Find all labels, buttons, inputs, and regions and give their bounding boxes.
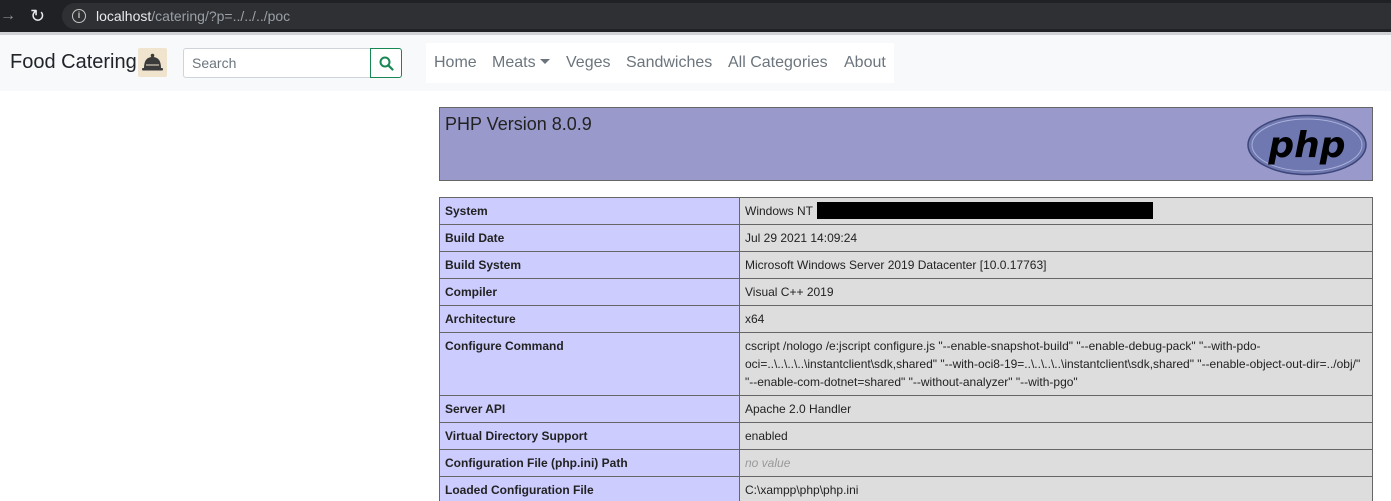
row-key: Server API: [439, 395, 740, 423]
table-row: Architecture x64: [439, 305, 1373, 333]
nav-dropdown-meats[interactable]: Meats: [492, 53, 550, 73]
php-logo-text: php: [1267, 125, 1345, 166]
site-info-icon[interactable]: i: [72, 9, 86, 23]
search-icon: [379, 56, 394, 71]
row-value: C:\xampp\php\php.ini: [739, 476, 1373, 501]
site-navbar: Food Catering Home Meats Veges Sandwiche…: [0, 35, 1391, 91]
row-value: Microsoft Windows Server 2019 Datacenter…: [739, 251, 1373, 279]
row-key: Compiler: [439, 278, 740, 306]
table-row: Configuration File (php.ini) Path no val…: [439, 449, 1373, 477]
table-row: Server API Apache 2.0 Handler: [439, 395, 1373, 423]
nav-link-about[interactable]: About: [844, 53, 886, 73]
caret-down-icon: [539, 59, 550, 64]
system-value: Windows NT: [745, 204, 814, 218]
browser-toolbar: → ↻ i localhost/catering/?p=../../../poc: [0, 0, 1391, 32]
row-key: Configure Command: [439, 332, 740, 396]
brand-name[interactable]: Food Catering: [10, 50, 137, 74]
row-key: Loaded Configuration File: [439, 476, 740, 501]
row-value: Windows NT: [739, 197, 1373, 225]
phpinfo-header: PHP Version 8.0.9 php: [439, 107, 1373, 181]
url-host: localhost: [96, 8, 152, 24]
address-url[interactable]: localhost/catering/?p=../../../poc: [96, 7, 290, 25]
catering-logo-icon: [142, 53, 163, 71]
table-row: Build Date Jul 29 2021 14:09:24: [439, 224, 1373, 252]
row-key: Build System: [439, 251, 740, 279]
row-value: cscript /nologo /e:jscript configure.js …: [739, 332, 1373, 396]
row-value: Jul 29 2021 14:09:24: [739, 224, 1373, 252]
table-row: Virtual Directory Support enabled: [439, 422, 1373, 450]
brand-logo[interactable]: [138, 48, 167, 77]
redaction-bar: [817, 202, 1154, 219]
row-value: Visual C++ 2019: [739, 278, 1373, 306]
row-key: Architecture: [439, 305, 740, 333]
search-button[interactable]: [370, 48, 402, 78]
table-row: System Windows NT: [439, 197, 1373, 225]
nav-link-all-categories[interactable]: All Categories: [728, 53, 828, 73]
table-row: Configure Command cscript /nologo /e:jsc…: [439, 332, 1373, 396]
nav-link-meats-label: Meats: [492, 54, 536, 71]
row-key: Configuration File (php.ini) Path: [439, 449, 740, 477]
row-key: Build Date: [439, 224, 740, 252]
nav-link-sandwiches[interactable]: Sandwiches: [626, 53, 712, 73]
table-row: Build System Microsoft Windows Server 20…: [439, 251, 1373, 279]
php-version-title: PHP Version 8.0.9: [445, 114, 592, 134]
phpinfo-table: System Windows NT Build Date Jul 29 2021…: [439, 197, 1373, 501]
php-logo-icon: php: [1247, 114, 1367, 176]
address-bar[interactable]: i localhost/catering/?p=../../../poc: [62, 3, 1391, 29]
reload-icon[interactable]: ↻: [30, 5, 50, 27]
table-row: Compiler Visual C++ 2019: [439, 278, 1373, 306]
nav-link-veges[interactable]: Veges: [566, 53, 610, 73]
row-value: enabled: [739, 422, 1373, 450]
nav-link-home[interactable]: Home: [434, 53, 477, 73]
row-value: x64: [739, 305, 1373, 333]
url-path: /catering/?p=../../../poc: [151, 8, 291, 24]
row-key: Virtual Directory Support: [439, 422, 740, 450]
row-value: Apache 2.0 Handler: [739, 395, 1373, 423]
table-row: Loaded Configuration File C:\xampp\php\p…: [439, 476, 1373, 501]
row-key: System: [439, 197, 740, 225]
forward-arrow-icon[interactable]: →: [0, 6, 18, 26]
row-value: no value: [739, 449, 1373, 477]
nav-menu: Home Meats Veges Sandwiches All Categori…: [426, 43, 894, 83]
search-input[interactable]: [183, 48, 371, 78]
